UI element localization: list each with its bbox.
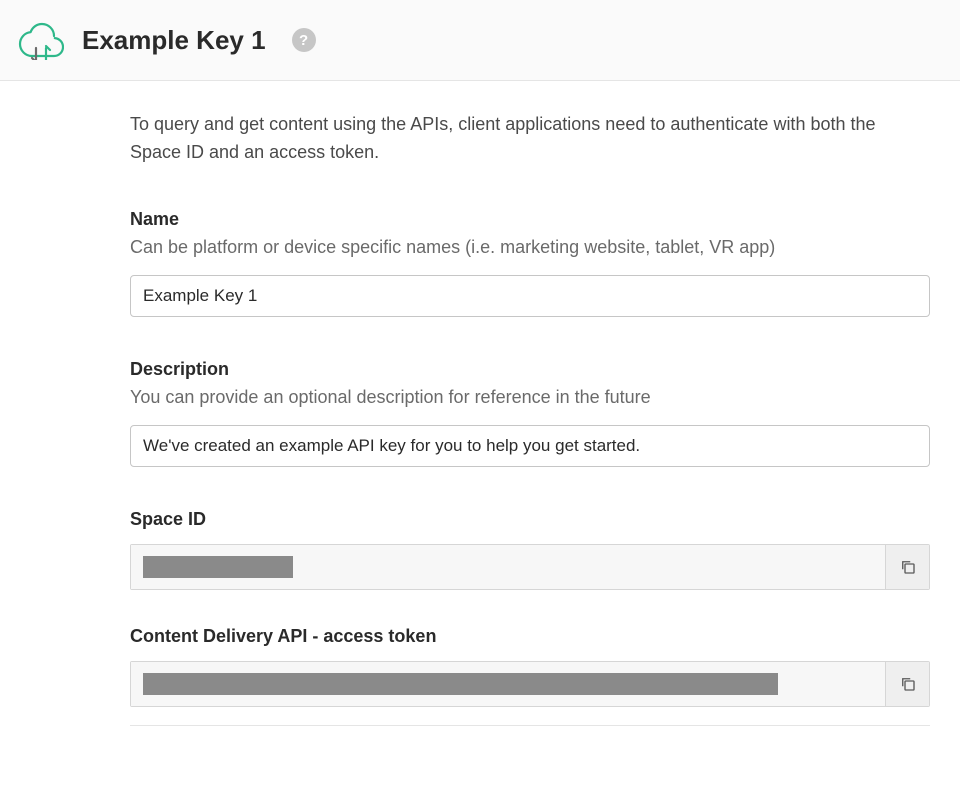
space-id-value[interactable]	[131, 545, 885, 589]
redacted-value	[143, 556, 293, 578]
name-input[interactable]	[130, 275, 930, 317]
name-field-group: Name Can be platform or device specific …	[130, 209, 930, 317]
access-token-label: Content Delivery API - access token	[130, 626, 930, 647]
page-title: Example Key 1	[82, 25, 266, 56]
copy-icon	[899, 558, 917, 576]
space-id-field-group: Space ID	[130, 509, 930, 590]
description-label: Description	[130, 359, 930, 380]
space-id-label: Space ID	[130, 509, 930, 530]
main-content: To query and get content using the APIs,…	[0, 81, 960, 802]
copy-icon	[899, 675, 917, 693]
copy-access-token-button[interactable]	[885, 662, 929, 706]
section-divider	[130, 725, 930, 726]
redacted-value	[143, 673, 778, 695]
access-token-field-group: Content Delivery API - access token	[130, 626, 930, 726]
access-token-value-wrap	[130, 661, 930, 707]
cloud-upload-icon	[16, 20, 64, 60]
help-icon[interactable]: ?	[292, 28, 316, 52]
page-header: Example Key 1 ?	[0, 0, 960, 81]
space-id-value-wrap	[130, 544, 930, 590]
access-token-value[interactable]	[131, 662, 885, 706]
name-hint: Can be platform or device specific names…	[130, 234, 930, 261]
copy-space-id-button[interactable]	[885, 545, 929, 589]
name-label: Name	[130, 209, 930, 230]
description-hint: You can provide an optional description …	[130, 384, 930, 411]
description-input[interactable]	[130, 425, 930, 467]
intro-text: To query and get content using the APIs,…	[130, 111, 930, 167]
description-field-group: Description You can provide an optional …	[130, 359, 930, 467]
